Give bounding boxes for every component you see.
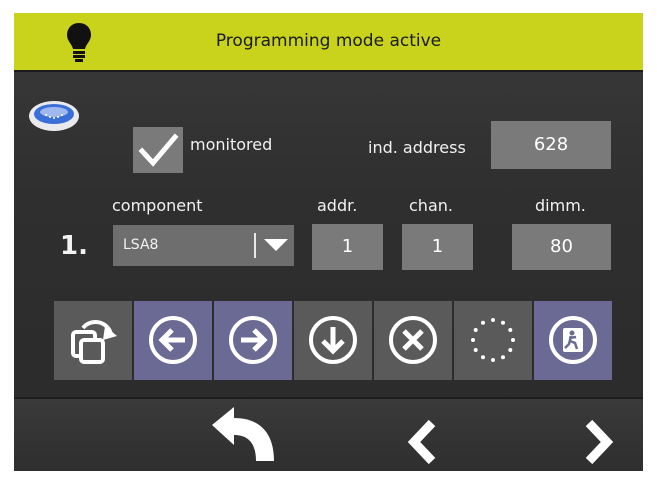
dimm-field[interactable]: 80 xyxy=(512,224,611,270)
arrow-right-circle-icon xyxy=(229,316,277,364)
navigation-bar xyxy=(14,397,643,471)
arrow-left-button[interactable] xyxy=(134,301,212,380)
dimm-label: dimm. xyxy=(535,196,586,215)
addr-field[interactable]: 1 xyxy=(312,224,383,270)
chan-field[interactable]: 1 xyxy=(402,224,473,270)
component-value: LSA8 xyxy=(123,237,159,253)
status-bar: Programming mode active xyxy=(14,13,643,72)
check-icon xyxy=(138,133,179,167)
page-title: Programming mode active xyxy=(215,31,442,51)
chevron-down-icon xyxy=(264,239,288,251)
copy-rotate-icon xyxy=(71,320,117,364)
search-devices-button[interactable] xyxy=(454,301,532,380)
dropdown-divider xyxy=(254,233,256,258)
chan-label: chan. xyxy=(409,196,453,215)
copy-rotate-button[interactable] xyxy=(54,301,132,380)
luminaire-icon xyxy=(29,101,79,131)
next-icon[interactable] xyxy=(579,419,615,465)
arrow-right-button[interactable] xyxy=(214,301,292,380)
device-screen: Programming mode active monitored ind. a… xyxy=(14,13,643,471)
component-label: component xyxy=(112,196,203,215)
ind-address-field[interactable]: 628 xyxy=(491,121,611,169)
row-number: 1. xyxy=(60,231,88,261)
monitored-label: monitored xyxy=(190,135,273,154)
arrow-down-circle-icon xyxy=(309,316,357,364)
back-icon[interactable] xyxy=(204,405,284,463)
arrow-down-button[interactable] xyxy=(294,301,372,380)
emergency-exit-icon xyxy=(549,316,597,364)
close-circle-icon xyxy=(389,316,437,364)
monitored-checkbox[interactable] xyxy=(133,127,183,173)
previous-icon[interactable] xyxy=(406,419,442,465)
component-dropdown[interactable]: LSA8 xyxy=(113,225,294,266)
close-button[interactable] xyxy=(374,301,452,380)
arrow-left-circle-icon xyxy=(149,316,197,364)
addr-label: addr. xyxy=(317,196,358,215)
ind-address-label: ind. address xyxy=(368,138,466,157)
emergency-exit-button[interactable] xyxy=(534,301,612,380)
dotted-circle-icon xyxy=(471,318,515,362)
